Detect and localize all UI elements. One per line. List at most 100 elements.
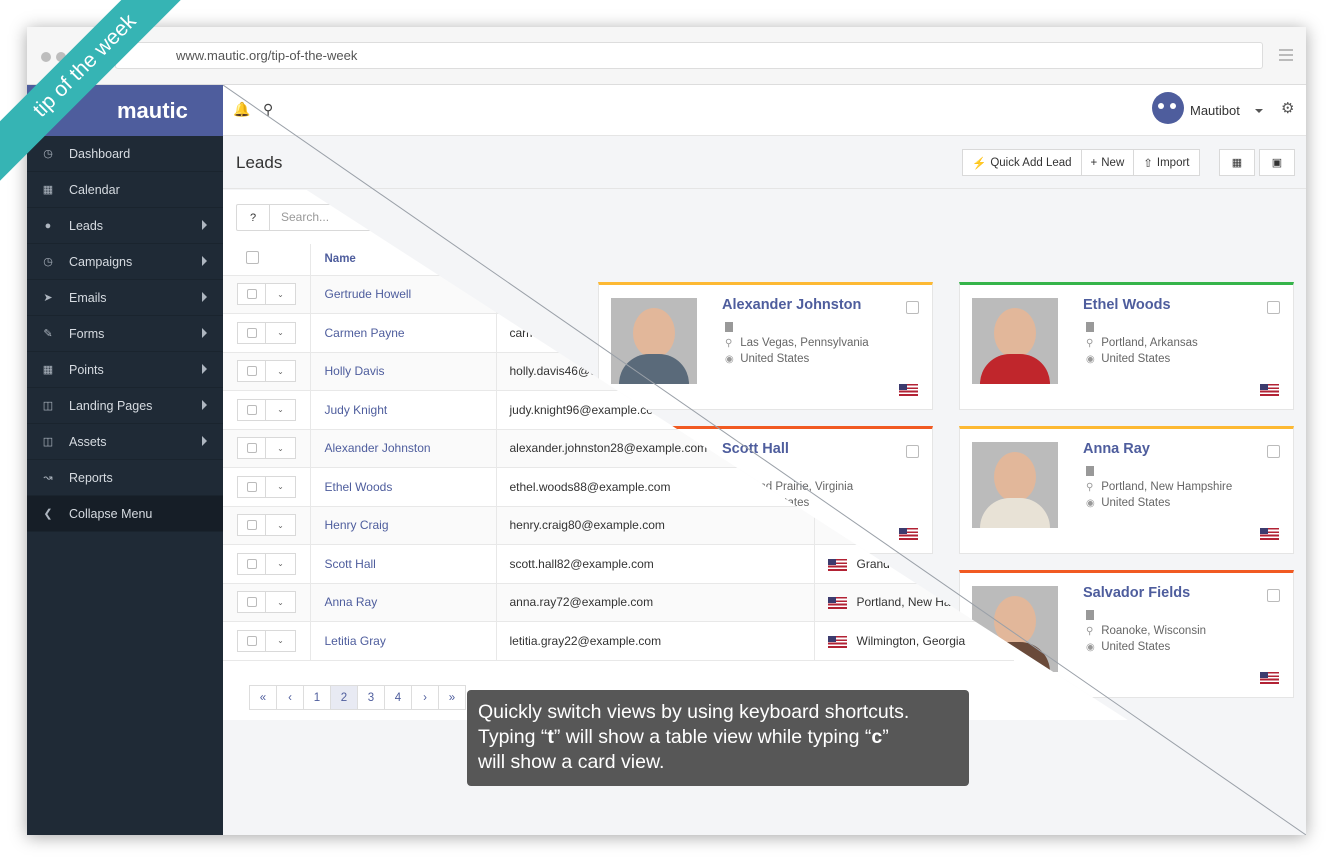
- caret-right-icon: [202, 364, 207, 374]
- avatar[interactable]: [1152, 92, 1184, 124]
- sidebar-item-leads[interactable]: ● Leads: [27, 208, 223, 244]
- lead-card[interactable]: Anna Ray ⚲ Portland, New Hampshire ◉ Unite…: [959, 426, 1294, 554]
- sidebar-item-landing-pages[interactable]: ◫ Landing Pages: [27, 388, 223, 424]
- caret-right-icon: [202, 436, 207, 446]
- row-checkbox[interactable]: [237, 629, 266, 652]
- user-name[interactable]: Mautibot: [1190, 103, 1240, 118]
- sidebar-item-forms[interactable]: ✎ Forms: [27, 316, 223, 352]
- table-row[interactable]: ⌄ Anna Ray anna.ray72@example.com Portland,…: [223, 583, 1014, 622]
- key-c: c: [871, 726, 883, 748]
- row-checkbox[interactable]: [237, 475, 266, 498]
- chevron-down-icon[interactable]: ⌄: [266, 629, 296, 652]
- lead-name-link[interactable]: Anna Ray: [310, 583, 497, 622]
- collapse-menu-button[interactable]: ❮ Collapse Menu: [27, 496, 223, 532]
- sidebar-item-reports[interactable]: ↝ Reports: [27, 460, 223, 496]
- lead-location: Wilmington, Georgia: [856, 633, 966, 648]
- lead-card-location: Portland, Arkansas: [1101, 337, 1198, 349]
- row-checkbox[interactable]: [237, 283, 266, 306]
- gear-icon[interactable]: ⚙: [1281, 99, 1294, 117]
- row-checkbox[interactable]: [237, 552, 266, 575]
- caret-down-icon[interactable]: [1255, 109, 1263, 113]
- lead-card-location: Roanoke, Wisconsin: [1101, 625, 1207, 637]
- lead-name-link[interactable]: Scott Hall: [310, 544, 497, 584]
- row-checkbox[interactable]: [237, 321, 266, 344]
- sidebar-item-label: Emails: [69, 290, 107, 305]
- pencil-square-icon: ✎: [43, 328, 53, 340]
- sidebar-item-calendar[interactable]: ▦ Calendar: [27, 172, 223, 208]
- globe-icon: ◉: [725, 354, 734, 365]
- lead-name-link[interactable]: Henry Craig: [310, 506, 497, 545]
- lead-name-link[interactable]: Alexander Johnston: [310, 429, 497, 468]
- lead-card-name[interactable]: Scott Hall: [722, 441, 789, 457]
- bell-icon[interactable]: 🔔: [233, 101, 250, 118]
- chevron-down-icon[interactable]: ⌄: [266, 591, 296, 614]
- tooltip-line-2-mid: ” will show a table view while typing “: [553, 726, 872, 748]
- lead-photo: [972, 442, 1058, 528]
- chevron-down-icon[interactable]: ⌄: [266, 398, 296, 421]
- us-flag-icon: [827, 635, 847, 648]
- page-link[interactable]: «: [249, 685, 277, 710]
- sidebar-item-dashboard[interactable]: ◷ Dashboard: [27, 136, 223, 172]
- select-all-cell: [223, 244, 311, 276]
- lead-card[interactable]: Alexander Johnston ⚲ Las Vegas, Pennsylva…: [598, 282, 933, 410]
- lead-card-name[interactable]: Alexander Johnston: [722, 297, 861, 313]
- sidebar-item-points[interactable]: ▦ Points: [27, 352, 223, 388]
- table-row[interactable]: ⌄ Letitia Gray letitia.gray22@example.com W…: [223, 621, 1014, 661]
- card-checkbox[interactable]: [1267, 589, 1280, 602]
- sidebar-item-emails[interactable]: ➤ Emails: [27, 280, 223, 316]
- lead-location-cell: Wilmington, Georgia: [814, 621, 1014, 661]
- row-checkbox[interactable]: [237, 514, 266, 537]
- help-button[interactable]: ?: [236, 204, 270, 231]
- sidebar-item-label: Calendar: [69, 182, 120, 197]
- chevron-down-icon[interactable]: ⌄: [266, 437, 296, 460]
- row-controls: ⌄: [223, 544, 311, 584]
- row-checkbox[interactable]: [237, 360, 266, 383]
- page-link[interactable]: 3: [357, 685, 385, 710]
- card-checkbox[interactable]: [906, 301, 919, 314]
- lead-card-location: Las Vegas, Pennsylvania: [740, 337, 869, 349]
- chevron-down-icon[interactable]: ⌄: [266, 360, 296, 383]
- sidebar-item-assets[interactable]: ◫ Assets: [27, 424, 223, 460]
- chevron-down-icon[interactable]: ⌄: [266, 321, 296, 344]
- row-checkbox[interactable]: [237, 437, 266, 460]
- card-checkbox[interactable]: [1267, 301, 1280, 314]
- row-checkbox[interactable]: [237, 398, 266, 421]
- sidebar-item-label: Reports: [69, 470, 113, 485]
- line-chart-icon: ↝: [43, 472, 53, 484]
- lead-card-name[interactable]: Salvador Fields: [1083, 585, 1190, 601]
- page-link[interactable]: ›: [411, 685, 439, 710]
- lead-name-link[interactable]: Letitia Gray: [310, 621, 497, 661]
- lead-name-link[interactable]: Ethel Woods: [310, 467, 497, 507]
- row-checkbox[interactable]: [237, 591, 266, 614]
- search-icon[interactable]: ⚲: [263, 101, 273, 118]
- page-link[interactable]: 4: [384, 685, 412, 710]
- lead-name-link[interactable]: Holly Davis: [310, 352, 497, 391]
- chevron-down-icon[interactable]: ⌄: [266, 475, 296, 498]
- lead-name-link[interactable]: Carmen Payne: [310, 313, 497, 353]
- lead-email: anna.ray72@example.com: [496, 583, 815, 622]
- address-bar[interactable]: www.mautic.org/tip-of-the-week: [115, 42, 1263, 69]
- page-link[interactable]: ‹: [276, 685, 304, 710]
- lead-card-name[interactable]: Ethel Woods: [1083, 297, 1171, 313]
- file-icon: ◫: [42, 400, 54, 412]
- page-link[interactable]: 2: [330, 685, 358, 710]
- lead-card-name[interactable]: Anna Ray: [1083, 441, 1150, 457]
- chevron-down-icon[interactable]: ⌄: [266, 552, 296, 575]
- sidebar-item-campaigns[interactable]: ◷ Campaigns: [27, 244, 223, 280]
- folder-icon: ◫: [42, 436, 54, 448]
- chevron-down-icon[interactable]: ⌄: [266, 514, 296, 537]
- menu-icon[interactable]: [1279, 49, 1293, 64]
- chevron-down-icon[interactable]: ⌄: [266, 283, 296, 306]
- row-controls: ⌄: [223, 583, 311, 622]
- page-link[interactable]: 1: [303, 685, 331, 710]
- select-all-checkbox[interactable]: [246, 251, 259, 265]
- lead-card-location-row: ⚲ Roanoke, Wisconsin: [1086, 625, 1206, 637]
- page-link[interactable]: »: [438, 685, 466, 710]
- building-icon: [1086, 466, 1094, 476]
- tooltip-line-3: will show a card view.: [478, 751, 665, 773]
- card-checkbox[interactable]: [1267, 445, 1280, 458]
- card-checkbox[interactable]: [906, 445, 919, 458]
- lead-card[interactable]: Ethel Woods ⚲ Portland, Arkansas ◉ United …: [959, 282, 1294, 410]
- lead-name-link[interactable]: Judy Knight: [310, 390, 497, 430]
- sidebar-item-label: Landing Pages: [69, 398, 153, 413]
